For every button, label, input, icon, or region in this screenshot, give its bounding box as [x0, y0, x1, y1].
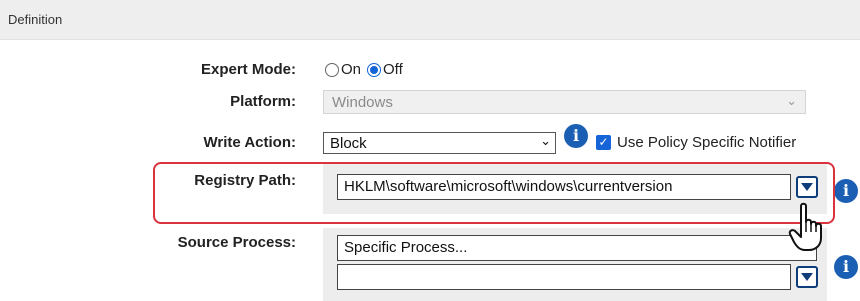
hand-pointer-icon [788, 202, 822, 251]
platform-select: Windows ⌄ [323, 90, 806, 114]
platform-select-value: Windows [332, 94, 393, 111]
platform-label: Platform: [230, 93, 296, 110]
policy-notifier-checkbox-label[interactable]: Use Policy Specific Notifier [617, 134, 796, 151]
source-process-second-input[interactable] [337, 264, 791, 290]
expert-mode-radio-group: On Off [325, 61, 409, 78]
registry-path-highlight [153, 162, 835, 224]
write-action-select-value: Block [330, 135, 367, 152]
source-process-info-icon[interactable]: i [834, 255, 858, 279]
expert-mode-off-radio[interactable] [367, 62, 382, 77]
write-action-info-icon[interactable]: i [564, 124, 588, 148]
write-action-select[interactable]: Block ⌄ [323, 132, 556, 154]
registry-path-info-icon[interactable]: i [834, 179, 858, 203]
section-header: Definition [0, 0, 860, 40]
expert-mode-on-radio[interactable] [325, 62, 339, 77]
policy-notifier-checkbox[interactable]: ✓ [596, 135, 611, 150]
policy-notifier-checkbox-wrap[interactable]: ✓ Use Policy Specific Notifier [596, 134, 796, 151]
source-process-label: Source Process: [177, 234, 296, 251]
source-process-input[interactable]: Specific Process... [337, 235, 817, 261]
expert-mode-off-label[interactable]: Off [383, 61, 403, 78]
write-action-label: Write Action: [203, 134, 297, 151]
expert-mode-label: Expert Mode: [200, 61, 296, 78]
section-title: Definition [8, 12, 63, 27]
source-process-dropdown-icon[interactable] [796, 266, 818, 288]
chevron-down-icon: ⌄ [540, 133, 551, 148]
expert-mode-on-label[interactable]: On [341, 61, 361, 78]
chevron-down-icon: ⌄ [786, 93, 797, 108]
